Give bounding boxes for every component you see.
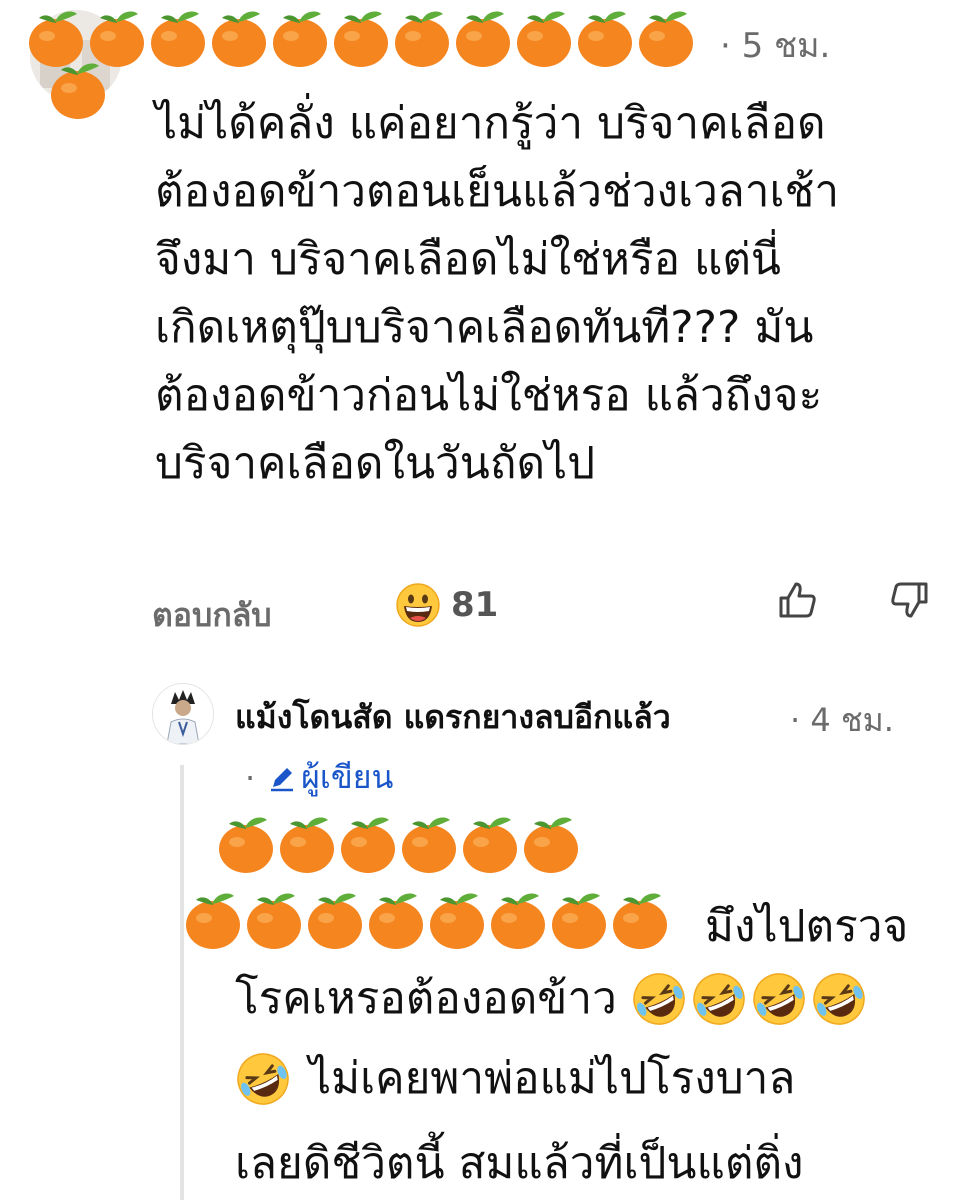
mention-redaction-2: [182, 888, 670, 950]
comment-line: บริจาคเลือดในวันถัดไป: [155, 438, 596, 489]
reply-line-3: ไม่เคยพาพ่อแม่ไปโรงบาล: [309, 1053, 796, 1104]
tangerine-emoji-icon: [208, 6, 270, 68]
pencil-icon: [271, 767, 294, 791]
tangerine-emoji-icon: [365, 888, 427, 950]
reply-line-3-row: ไม่เคยพาพ่อแม่ไปโรงบาล: [235, 1045, 795, 1113]
avatar-redaction: [47, 58, 108, 120]
tangerine-emoji-icon: [269, 6, 331, 68]
tangerine-emoji-icon: [487, 888, 549, 950]
thumbs-up-icon: [779, 582, 816, 618]
author-badge-label: ผู้เขียน: [301, 758, 394, 796]
tangerine-emoji-icon: [609, 888, 671, 950]
tangerine-emoji-icon: [304, 888, 366, 950]
tangerine-emoji-icon: [398, 812, 460, 874]
rolling-laughing-icon: [631, 971, 687, 1027]
tangerine-emoji-icon: [391, 6, 453, 68]
tangerine-emoji-icon: [452, 6, 514, 68]
reaction-count: 81: [451, 585, 499, 625]
reply-line-2: โรคเหรอต้องอดข้าว: [235, 973, 617, 1024]
rolling-laughing-icon: [235, 1051, 291, 1107]
tangerine-emoji-icon: [513, 6, 575, 68]
username-redaction: [25, 6, 696, 68]
rolling-laughing-icon: [691, 971, 747, 1027]
tangerine-emoji-icon: [635, 6, 697, 68]
comment-timestamp: · 5 ชม.: [720, 26, 831, 66]
comment-line: ต้องอดข้าวตอนเย็นแล้วช่วงเวลาเช้า: [155, 166, 840, 217]
comment-line: ไม่ได้คลั่ง แค่อยากรู้ว่า บริจาคเลือด: [155, 98, 826, 149]
comment-line: เกิดเหตุปุ๊บบริจาคเลือดทันที??? มัน: [155, 302, 814, 353]
reply-author-name[interactable]: แม้งโดนสัด แดรกยางลบอีกแล้ว: [235, 692, 671, 743]
author-badge-separator: ·: [245, 758, 256, 797]
reply-timestamp: · 4 ชม.: [790, 701, 894, 739]
tangerine-emoji-icon: [548, 888, 610, 950]
thread-line: [180, 765, 184, 1200]
rolling-laughing-icon: [811, 971, 867, 1027]
tangerine-emoji-icon: [330, 6, 392, 68]
tangerine-emoji-icon: [337, 812, 399, 874]
reply-line-1: มึงไปตรวจ: [705, 901, 909, 952]
mention-redaction: [215, 812, 581, 874]
rolling-laughing-icon: [751, 971, 807, 1027]
reply-button[interactable]: ตอบกลับ: [152, 590, 272, 641]
thumbs-down-icon: [891, 582, 928, 618]
reply-author-avatar[interactable]: [152, 683, 214, 745]
comment-line: ต้องอดข้าวก่อนไม่ใช่หรอ แล้วถึงจะ: [155, 370, 823, 421]
tangerine-emoji-icon: [276, 812, 338, 874]
like-button[interactable]: [775, 578, 819, 622]
reaction-summary[interactable]: 81: [395, 582, 498, 628]
tangerine-emoji-icon: [574, 6, 636, 68]
tangerine-emoji-icon: [47, 58, 109, 120]
dislike-button[interactable]: [888, 578, 932, 622]
tangerine-emoji-icon: [243, 888, 305, 950]
comment-line: จึงมา บริจาคเลือดไม่ใช่หรือ แต่นี่: [155, 234, 781, 285]
tangerine-emoji-icon: [520, 812, 582, 874]
grinning-face-icon: [396, 583, 440, 627]
tangerine-emoji-icon: [182, 888, 244, 950]
comment-body: ไม่ได้คลั่ง แค่อยากรู้ว่า บริจาคเลือด ต้…: [155, 90, 955, 498]
reply-line-2-row: โรคเหรอต้องอดข้าว: [235, 965, 867, 1033]
tangerine-emoji-icon: [147, 6, 209, 68]
tangerine-emoji-icon: [426, 888, 488, 950]
tangerine-emoji-icon: [215, 812, 277, 874]
author-badge: · ผู้เขียน: [245, 752, 393, 803]
reply-line-4: เลยดิชีวิตนี้ สมแล้วที่เป็นแต่ติ่ง: [235, 1138, 804, 1189]
tangerine-emoji-icon: [459, 812, 521, 874]
